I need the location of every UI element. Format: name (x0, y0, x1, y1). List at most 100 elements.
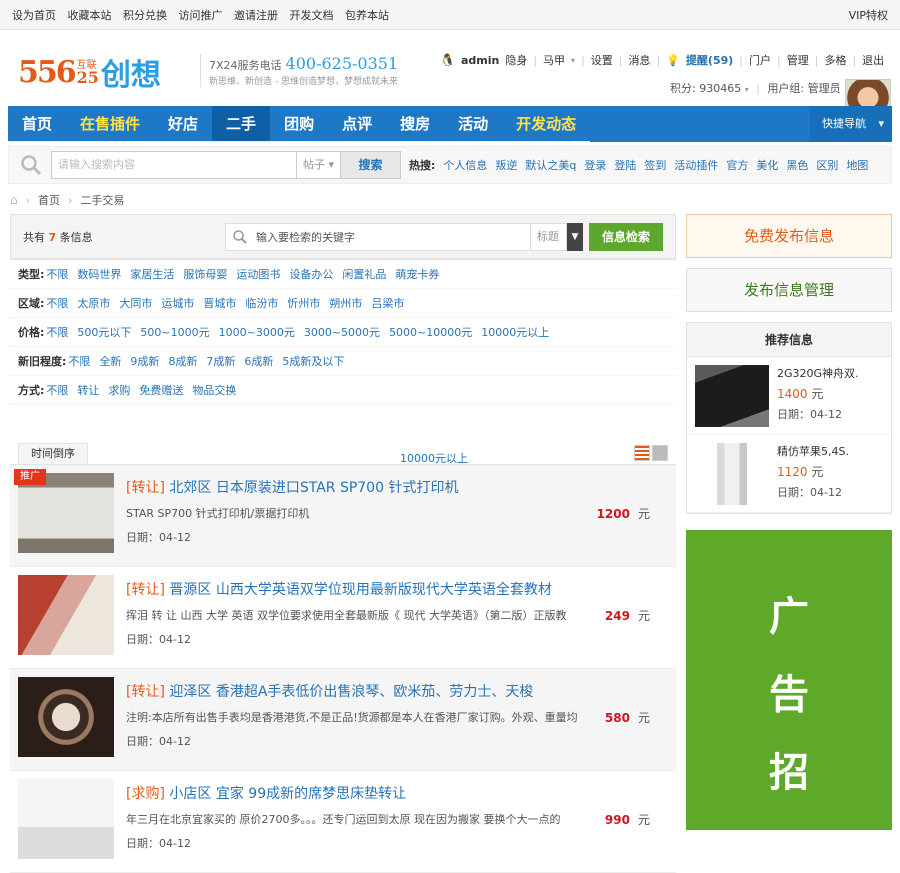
filter-option[interactable]: 数码世界 (77, 266, 121, 282)
filter-option[interactable]: 不限 (46, 382, 68, 398)
message-link[interactable]: 消息 (629, 52, 651, 68)
filter-option[interactable]: 9成新 (130, 353, 159, 369)
manage-posts-button[interactable]: 发布信息管理 (686, 268, 892, 312)
filter-option[interactable]: 不限 (46, 266, 68, 282)
filter-option[interactable]: 10000元以上 (481, 324, 549, 340)
recommend-item-title[interactable]: 2G320G神舟双. (777, 365, 859, 381)
filter-option[interactable]: 求购 (108, 382, 130, 398)
textbook-thumbnail[interactable] (18, 575, 114, 655)
hot-link[interactable]: 签到 (644, 157, 666, 173)
top-link[interactable]: 包养本站 (345, 9, 389, 22)
info-search-button[interactable]: 信息检索 (589, 222, 663, 251)
search-button[interactable]: 搜索 (341, 151, 401, 179)
filter-option[interactable]: 转让 (77, 382, 99, 398)
field-select[interactable]: 标题 (531, 222, 567, 251)
hot-link[interactable]: 个人信息 (443, 157, 487, 173)
search-input[interactable]: 请输入搜索内容 (51, 151, 297, 179)
top-link[interactable]: 邀请注册 (234, 9, 278, 22)
logout-link[interactable]: 退出 (862, 52, 884, 68)
filter-option[interactable]: 萌宠卡券 (395, 266, 439, 282)
listing-title[interactable]: [转让] 迎泽区 香港超A手表低价出售浪琴、欧米茄、劳力士、天梭 (126, 681, 668, 701)
hot-link[interactable]: 地图 (846, 157, 868, 173)
filter-option[interactable]: 不限 (68, 353, 90, 369)
mattress-thumbnail[interactable] (18, 779, 114, 859)
invisible-link[interactable]: 隐身 (505, 52, 527, 68)
filter-option[interactable]: 朔州市 (329, 295, 362, 311)
nav-item-house[interactable]: 搜房 (386, 106, 445, 142)
filter-option[interactable]: 6成新 (244, 353, 273, 369)
top-link[interactable]: 设为首页 (12, 9, 56, 22)
top-link[interactable]: 开发文档 (290, 9, 334, 22)
list-item[interactable]: [转让] 晋源区 山西大学英语双学位现用最新版现代大学英语全套教材 挥泪 转 让… (10, 567, 676, 669)
list-item[interactable]: 推广 [转让] 北郊区 日本原装进口STAR SP700 针式打印机 STAR … (10, 465, 676, 567)
filter-option[interactable]: 不限 (46, 295, 68, 311)
ad-banner[interactable]: 广 告 招 (686, 530, 892, 830)
recommend-item[interactable]: 2G320G神舟双. 1400 元 日期：04-12 (687, 357, 891, 435)
nav-item-review[interactable]: 点评 (328, 106, 387, 142)
printer-thumbnail[interactable]: 推广 (14, 469, 114, 553)
filter-option[interactable]: 5000~10000元 (389, 324, 472, 340)
nav-item-home[interactable]: 首页 (8, 106, 67, 142)
filter-option[interactable]: 临汾市 (245, 295, 278, 311)
listing-title[interactable]: [求购] 小店区 宜家 99成新的席梦思床垫转让 (126, 783, 668, 803)
filter-option[interactable]: 500~1000元 (140, 324, 209, 340)
multi-link[interactable]: 多格 (824, 52, 846, 68)
publish-button[interactable]: 免费发布信息 (686, 214, 892, 258)
remind-link[interactable]: 提醒(59) (686, 52, 733, 68)
filter-option[interactable]: 8成新 (168, 353, 197, 369)
filter-option[interactable]: 服饰母婴 (183, 266, 227, 282)
nav-item-plugins[interactable]: 在售插件 (66, 106, 155, 142)
nav-item-shop[interactable]: 好店 (154, 106, 213, 142)
nav-item-group-buy[interactable]: 团购 (270, 106, 329, 142)
hot-link[interactable]: 区别 (816, 157, 838, 173)
nav-item-secondhand[interactable]: 二手 (212, 106, 271, 142)
points-text[interactable]: 积分: 930465 (670, 82, 741, 95)
filter-option[interactable]: 1000~3000元 (219, 324, 295, 340)
filter-option[interactable]: 7成新 (206, 353, 235, 369)
filter-option[interactable]: 免费赠送 (139, 382, 183, 398)
filter-option[interactable]: 吕梁市 (371, 295, 404, 311)
hot-link[interactable]: 黑色 (786, 157, 808, 173)
search-type-select[interactable]: 帖子 ▾ (297, 151, 341, 179)
username-link[interactable]: admin (461, 54, 499, 67)
nav-item-activity[interactable]: 活动 (444, 106, 503, 142)
home-icon[interactable]: ⌂ (10, 193, 18, 207)
laptop-thumbnail[interactable] (695, 365, 769, 427)
filter-option[interactable]: 忻州市 (287, 295, 320, 311)
hot-link[interactable]: 登陆 (614, 157, 636, 173)
quick-nav-button[interactable]: 快捷导航 (810, 106, 892, 142)
listing-title[interactable]: [转让] 北郊区 日本原装进口STAR SP700 针式打印机 (126, 477, 668, 497)
top-link[interactable]: 访问推广 (179, 9, 223, 22)
grid-view-icon[interactable] (652, 445, 668, 461)
filter-option[interactable]: 家居生活 (130, 266, 174, 282)
chevron-down-icon[interactable]: ▼ (567, 222, 583, 251)
watch-thumbnail[interactable] (18, 677, 114, 757)
hot-link[interactable]: 美化 (756, 157, 778, 173)
hot-link[interactable]: 活动插件 (674, 157, 718, 173)
sort-tab-time[interactable]: 时间倒序 (18, 443, 88, 465)
list-view-icon[interactable] (634, 445, 650, 461)
filter-option[interactable]: 全新 (99, 353, 121, 369)
breadcrumb-home[interactable]: 首页 (38, 192, 60, 208)
nav-item-dev[interactable]: 开发动态 (502, 106, 591, 142)
filter-option[interactable]: 3000~5000元 (304, 324, 380, 340)
filter-option[interactable]: 晋城市 (203, 295, 236, 311)
list-item[interactable]: [转让] 迎泽区 香港超A手表低价出售浪琴、欧米茄、劳力士、天梭 注明:本店所有… (10, 669, 676, 771)
filter-option[interactable]: 运城市 (161, 295, 194, 311)
filter-option[interactable]: 设备办公 (289, 266, 333, 282)
list-item[interactable]: [求购] 小店区 宜家 99成新的席梦思床垫转让 年三月在北京宜家买的 原价27… (10, 771, 676, 873)
filter-option[interactable]: 物品交换 (192, 382, 236, 398)
top-link[interactable]: 收藏本站 (68, 9, 112, 22)
phone-thumbnail[interactable] (695, 443, 769, 505)
site-logo[interactable]: 556 互联 25 创想 (18, 50, 161, 94)
filter-option[interactable]: 500元以下 (77, 324, 131, 340)
hot-link[interactable]: 官方 (726, 157, 748, 173)
majia-menu[interactable]: 马甲 (543, 52, 565, 68)
top-link[interactable]: 积分兑换 (123, 9, 167, 22)
filter-option[interactable]: 5成新及以下 (282, 353, 344, 369)
recommend-item[interactable]: 精仿苹果5,4S. 1120 元 日期：04-12 (687, 435, 891, 513)
vip-link[interactable]: VIP特权 (849, 7, 888, 23)
recommend-item-title[interactable]: 精仿苹果5,4S. (777, 443, 849, 459)
settings-link[interactable]: 设置 (591, 52, 613, 68)
portal-link[interactable]: 门户 (749, 52, 771, 68)
